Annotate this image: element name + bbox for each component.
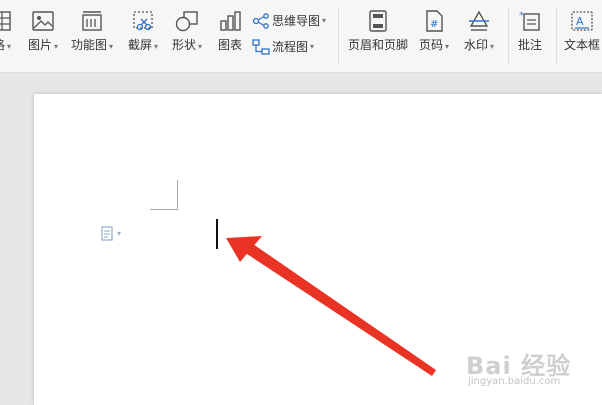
bar-chart-icon <box>220 11 241 31</box>
chevron-down-icon: ▾ <box>117 228 122 238</box>
chart-label: 图表 <box>218 38 243 52</box>
chevron-down-icon: ▾ <box>54 42 59 51</box>
header-footer-label: 页眉和页脚 <box>348 38 409 52</box>
ribbon-separator <box>556 8 557 64</box>
svg-text:A: A <box>576 15 584 28</box>
insert-ribbon-toolbar: 格▾ 图片▾ 功能图▾ 截屏▾ <box>0 0 602 73</box>
ribbon-separator <box>508 8 509 64</box>
watermark-label: 水印 <box>464 38 489 52</box>
chevron-down-icon: ▾ <box>154 42 159 51</box>
chevron-down-icon: ▾ <box>7 42 12 51</box>
comment-button[interactable]: * 批注 <box>518 10 542 53</box>
mindmap-label: 思维导图 <box>272 14 321 28</box>
chevron-down-icon: ▾ <box>198 42 203 51</box>
margin-corner-mark <box>150 180 178 210</box>
chart-button[interactable]: 图表 <box>218 10 242 53</box>
flowchart-icon <box>252 38 270 55</box>
page-number-label: 页码 <box>419 38 444 52</box>
mindmap-icon <box>252 12 269 29</box>
paste-options-button[interactable]: ▾ <box>100 225 121 241</box>
picture-icon <box>32 11 54 31</box>
chevron-down-icon: ▾ <box>490 42 495 51</box>
watermark-button[interactable]: 水印 ▾ <box>464 10 494 53</box>
table-label: 格 <box>0 38 5 52</box>
function-chart-button[interactable]: 功能图 ▾ <box>71 10 113 53</box>
shape-button[interactable]: 形状 ▾ <box>172 10 202 53</box>
shapes-icon <box>175 11 198 32</box>
chevron-down-icon: ▾ <box>310 42 315 51</box>
chevron-down-icon: ▾ <box>322 16 327 25</box>
function-chart-icon <box>82 11 102 31</box>
page-number-icon: # <box>426 10 443 32</box>
shape-label: 形状 <box>172 38 197 52</box>
chevron-down-icon: ▾ <box>445 42 450 51</box>
textbox-label: 文本框 <box>564 38 601 52</box>
comment-icon: * <box>519 11 540 31</box>
function-chart-label: 功能图 <box>71 38 108 52</box>
page-number-button[interactable]: # 页码 ▾ <box>419 10 449 53</box>
table-icon <box>0 11 11 31</box>
textbox-icon: A <box>571 11 593 31</box>
screenshot-button[interactable]: 截屏 ▾ <box>128 10 158 53</box>
mindmap-button[interactable]: 思维导图 ▾ <box>252 12 326 29</box>
table-button[interactable]: 格▾ <box>0 10 12 53</box>
svg-text:#: # <box>430 19 438 30</box>
svg-text:*: * <box>519 11 524 21</box>
text-cursor <box>216 219 218 249</box>
flowchart-button[interactable]: 流程图 ▾ <box>252 38 314 55</box>
textbox-button[interactable]: A 文本框 <box>564 10 600 53</box>
picture-label: 图片 <box>28 38 53 52</box>
picture-button[interactable]: 图片 ▾ <box>28 10 58 53</box>
header-footer-icon <box>369 10 387 32</box>
ribbon-separator <box>338 8 339 64</box>
watermark-url: jingyan.baidu.com <box>468 376 561 387</box>
scissors-screenshot-icon <box>133 11 153 31</box>
chevron-down-icon: ▾ <box>109 42 114 51</box>
flowchart-label: 流程图 <box>272 40 309 54</box>
header-footer-button[interactable]: 页眉和页脚 <box>348 10 408 53</box>
watermark-icon <box>469 10 490 31</box>
screenshot-label: 截屏 <box>128 38 153 52</box>
baidu-jingyan-watermark: Bai 经验 jingyan.baidu.com <box>462 340 596 402</box>
clipboard-icon <box>101 226 113 241</box>
comment-label: 批注 <box>518 38 543 52</box>
